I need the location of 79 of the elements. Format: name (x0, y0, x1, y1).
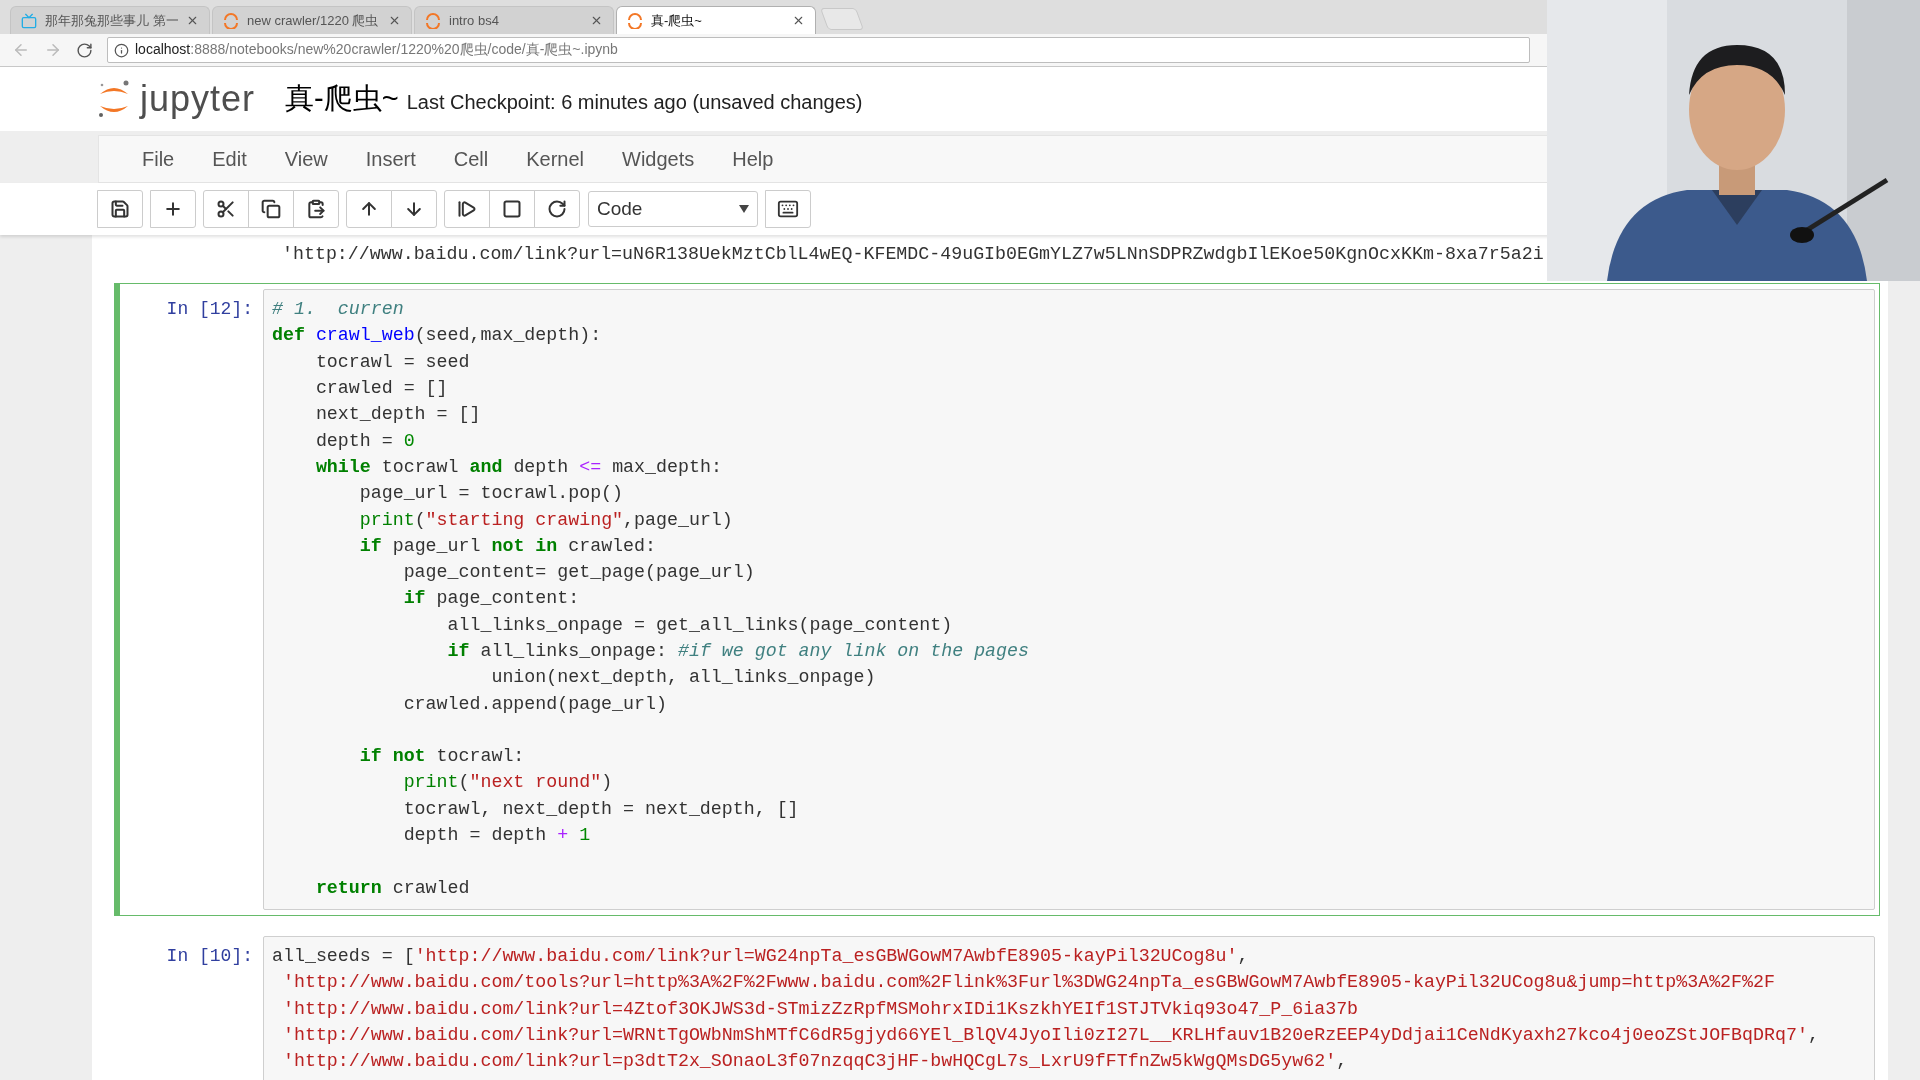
code-line: if not tocrawl: (358, 746, 525, 767)
code-line: tocrawl, next_depth = next_depth, [] (402, 798, 799, 819)
keyboard-button[interactable] (765, 190, 811, 228)
reload-icon[interactable] (76, 41, 93, 59)
caret-icon (739, 205, 749, 213)
menu-item[interactable]: Edit (193, 147, 266, 171)
save-button[interactable] (97, 190, 143, 228)
stop-icon (502, 199, 522, 219)
browser-tab[interactable]: 那年那兔那些事儿 第一 (10, 6, 210, 34)
menu-item[interactable]: View (265, 147, 347, 171)
ring-icon (425, 12, 441, 29)
arrow-up-icon (359, 199, 379, 219)
code-line: if page_url not in crawled: (358, 535, 656, 556)
ring-icon (627, 12, 643, 29)
code-line: depth = 0 (314, 430, 415, 451)
code-line: all_links_onpage = get_all_links(page_content) (446, 614, 953, 635)
code-line: crawled.append(page_url) (402, 693, 667, 714)
code-line: if page_content: (402, 588, 580, 609)
code-line: print("starting crawing",page_url) (358, 509, 733, 530)
paste-button[interactable] (293, 190, 339, 228)
menu-item[interactable]: Kernel (507, 147, 603, 171)
close-icon[interactable] (388, 14, 401, 27)
close-icon[interactable] (792, 14, 805, 27)
code-line: return crawled (314, 877, 470, 898)
code-line: while tocrawl and depth <= max_depth: (314, 456, 722, 477)
code-line: next_depth = [] (314, 404, 481, 425)
browser-tab[interactable]: new crawler/1220 爬虫 (212, 6, 412, 34)
scissors-button[interactable] (203, 190, 249, 228)
close-icon[interactable] (590, 14, 603, 27)
code-line: union(next_depth, all_links_onpage) (490, 667, 876, 688)
checkpoint-status: Last Checkpoint: 6 minutes ago (unsaved changes) (406, 90, 863, 114)
code-line: depth = depth + 1 (402, 825, 591, 846)
menu-item[interactable]: Cell (434, 147, 508, 171)
keyboard-icon (777, 198, 799, 220)
info-icon (114, 42, 129, 58)
code-line: 'http://www.baidu.com/link?url=4Ztof3OKJWS3d-STmizZzRpfMSMohrxIDi1KszkhYEIf1STJTVkiq93o47_P_6ia37b (281, 998, 1359, 1019)
code-line: def crawl_web(seed,max_depth): (272, 325, 602, 346)
paste-icon (306, 199, 326, 219)
cell-prompt: In [10]: (165, 944, 254, 968)
code-line: 'http://www.baidu.com/link?url=WRNtTgOWbNmShMTfC6dR5gjyd66YEl_BlQV4JyoIli0zI27L__KRLHfauv1B20eRzEEP4yDdjai1CeNdKyaxh27kco4j0eoZStJOFBqDRq7', (281, 1024, 1819, 1045)
code-line: crawled = [] (314, 378, 448, 399)
code-line: 'http://www.baidu.com/tools?url=http%3A%2F%2Fwww.baidu.com%2Flink%3Furl%3DWG24npTa_esGBWGowM7AwbfE8905-kayPil32UCog8u&jump=http%3A%2F%2F (281, 972, 1775, 993)
ring-icon (223, 12, 239, 29)
logo-text: jupyter (140, 78, 256, 120)
stop-button[interactable] (489, 190, 535, 228)
code-line: 'http://www.baidu.com/link?url=uN6R138UekMztCblL4wEQ-KFEMDC-49uGIb0EGmYLZ7w5LNnSDPRZwdgbIlEKoe50KgnOcxKKm-8xa7r5a2i (282, 244, 1544, 264)
menu-item[interactable]: File (123, 147, 194, 171)
code-line: page_url = tocrawl.pop() (358, 483, 624, 504)
code-line: # 1. curren (272, 299, 404, 320)
code-line: 'http://www.baidu.com/link?url=p3dtT2x_SOnaoL3f07nzqqC3jHF-bwHQCgL7s_LxrU9fFTfnZw5kWgQMsDG5yw62', (281, 1051, 1348, 1072)
save-icon (110, 199, 130, 219)
cell-prompt: In [12]: (165, 298, 254, 321)
code-line: tocrawl = seed (314, 351, 470, 372)
arrow-up-button[interactable] (346, 190, 392, 228)
code-line: all_seeds = ['http://www.baidu.com/link?url=WG24npTa_esGBWGowM7AwbfE8905-kayPil32UCog8u', (272, 945, 1249, 966)
arrow-down-button[interactable] (391, 190, 437, 228)
code-line: page_content= get_page(page_url) (402, 562, 755, 583)
close-icon[interactable] (186, 14, 199, 27)
address-field[interactable]: localhost:8888/notebooks/new%20crawler/1220%20爬虫/code/真-爬虫~.ipynb (107, 37, 1530, 63)
restart-button[interactable] (534, 190, 580, 228)
run-button[interactable] (444, 190, 490, 228)
browser-tab[interactable]: 真-爬虫~ (616, 6, 816, 34)
plus-icon (163, 199, 183, 219)
tv-icon (21, 12, 37, 29)
notebook-name[interactable]: 真-爬虫~ (285, 79, 399, 119)
copy-button[interactable] (248, 190, 294, 228)
cell-type-select[interactable]: Code (588, 191, 758, 227)
code-line: print("next round") (402, 772, 613, 793)
browser-tab[interactable]: intro bs4 (414, 6, 614, 34)
plus-button[interactable] (150, 190, 196, 228)
arrow-down-icon (404, 199, 424, 219)
restart-icon (547, 199, 567, 219)
menu-item[interactable]: Widgets (603, 147, 714, 171)
menu-item[interactable]: Help (713, 147, 793, 171)
copy-icon (261, 199, 281, 219)
run-icon (457, 199, 477, 219)
scissors-icon (216, 199, 236, 219)
code-line: if all_links_onpage: #if we got any link on the pages (446, 641, 1029, 661)
menu-item[interactable]: Insert (346, 147, 435, 171)
